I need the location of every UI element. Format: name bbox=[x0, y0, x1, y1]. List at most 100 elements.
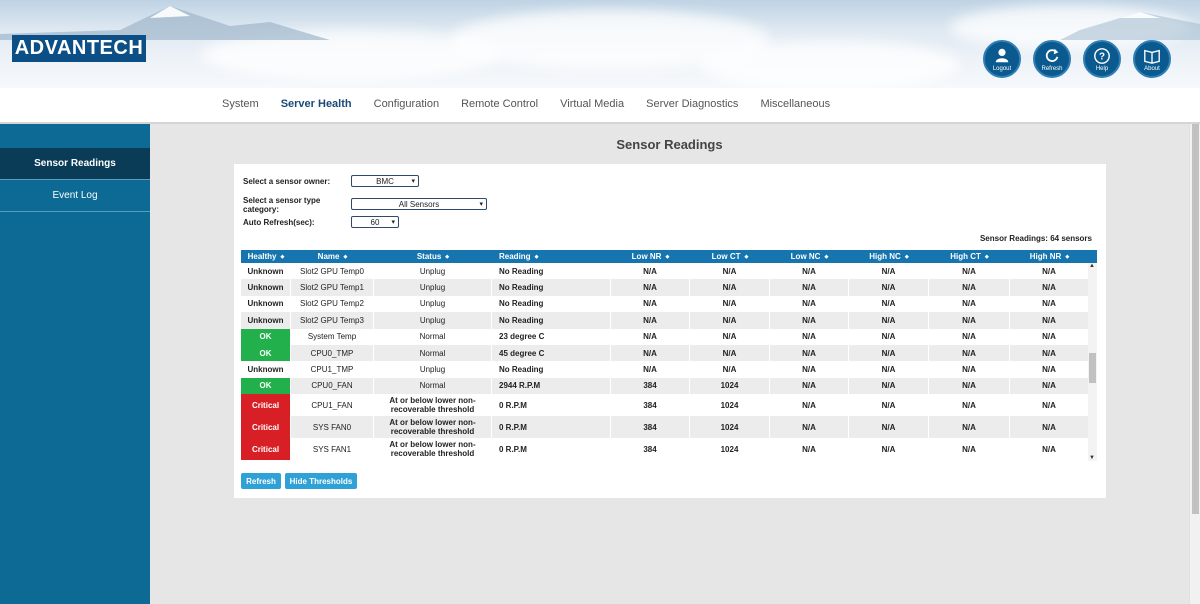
cell-name: CPU0_TMP bbox=[291, 344, 374, 362]
page-scroll-thumb[interactable] bbox=[1192, 124, 1199, 514]
cell-high-nr: N/A bbox=[1010, 438, 1089, 461]
type-label: Select a sensor type category: bbox=[243, 196, 321, 214]
sensor-count: Sensor Readings: 64 sensors bbox=[979, 234, 1092, 243]
col-reading-label: Reading bbox=[499, 252, 531, 261]
table-row: Unknown CPU1_TMP Unplug No Reading N/A N/A N/A… bbox=[241, 361, 1097, 378]
col-high-nr-label: High NR bbox=[1029, 252, 1062, 261]
about-label: About bbox=[1144, 65, 1160, 72]
nav-remote-control[interactable]: Remote Control bbox=[461, 98, 538, 110]
table-row: OK CPU0_FAN Normal 2944 R.P.M 384 1024 N/A N/A N… bbox=[241, 377, 1097, 395]
cell-high-nr: N/A bbox=[1010, 394, 1089, 417]
cell-healthy: Critical bbox=[241, 438, 291, 461]
about-button[interactable]: About bbox=[1133, 40, 1171, 78]
chevron-down-icon: ▾ bbox=[411, 178, 415, 185]
table-row: Unknown Slot2 GPU Temp2 Unplug No Reading N/… bbox=[241, 295, 1097, 313]
cell-low-nr: 384 bbox=[611, 394, 690, 417]
nav-miscellaneous[interactable]: Miscellaneous bbox=[760, 98, 830, 110]
sort-icon: ◆ bbox=[343, 253, 348, 260]
cell-high-nr: N/A bbox=[1010, 361, 1089, 378]
nav-system[interactable]: System bbox=[222, 98, 259, 110]
user-icon bbox=[995, 48, 1009, 62]
sidebar-item-sensor-readings[interactable]: Sensor Readings bbox=[0, 148, 150, 180]
cell-high-nr: N/A bbox=[1010, 263, 1089, 280]
main-content: Sensor Readings Select a sensor owner: B… bbox=[150, 124, 1189, 604]
chevron-down-icon: ▾ bbox=[391, 219, 395, 226]
cell-status: Unplug bbox=[374, 361, 492, 378]
col-healthy[interactable]: Healthy ◆ bbox=[241, 250, 291, 263]
scroll-up-icon[interactable]: ▲ bbox=[1089, 263, 1095, 269]
table-row: Critical SYS FAN1 At or below lower non-re… bbox=[241, 438, 1097, 461]
cell-reading: 0 R.P.M bbox=[492, 416, 611, 439]
nav-configuration[interactable]: Configuration bbox=[374, 98, 439, 110]
cell-reading: No Reading bbox=[492, 361, 611, 378]
sidebar-item-event-log[interactable]: Event Log bbox=[0, 180, 150, 212]
col-status[interactable]: Status ◆ bbox=[374, 250, 492, 263]
col-reading[interactable]: Reading ◆ bbox=[492, 250, 611, 263]
refresh-label: Auto Refresh(sec): bbox=[243, 218, 315, 227]
sensor-panel: Select a sensor owner: BMC ▾ Select a se… bbox=[234, 164, 1106, 498]
col-name[interactable]: Name ◆ bbox=[291, 250, 374, 263]
cell-low-nc: N/A bbox=[770, 377, 849, 395]
table-header: Healthy ◆ Name ◆ Status ◆ Reading ◆ Low NR ◆ … bbox=[241, 250, 1097, 263]
table-scrollbar[interactable]: ▲ ▼ bbox=[1088, 263, 1097, 461]
col-high-nc-label: High NC bbox=[869, 252, 901, 261]
cell-high-ct: N/A bbox=[929, 394, 1010, 417]
cell-healthy: OK bbox=[241, 344, 291, 362]
cell-high-nc: N/A bbox=[849, 344, 929, 362]
table-row: OK System Temp Normal 23 degree C N/A N/A N/A N… bbox=[241, 328, 1097, 345]
col-low-nc[interactable]: Low NC ◆ bbox=[770, 250, 849, 263]
table-row: Unknown Slot2 GPU Temp1 Unplug No Reading N/… bbox=[241, 279, 1097, 296]
col-low-ct[interactable]: Low CT ◆ bbox=[690, 250, 770, 263]
hide-thresholds-button[interactable]: Hide Thresholds bbox=[285, 473, 357, 489]
col-high-ct[interactable]: High CT ◆ bbox=[929, 250, 1010, 263]
help-button[interactable]: ? Help bbox=[1083, 40, 1121, 78]
cell-low-nc: N/A bbox=[770, 312, 849, 329]
col-low-nr-label: Low NR bbox=[631, 252, 662, 261]
col-high-nc[interactable]: High NC ◆ bbox=[849, 250, 929, 263]
nav-server-health[interactable]: Server Health bbox=[281, 98, 352, 110]
auto-refresh-select[interactable]: 60 ▾ bbox=[351, 216, 399, 228]
page-title: Sensor Readings bbox=[616, 137, 723, 152]
sort-icon: ◆ bbox=[984, 253, 989, 260]
cell-low-ct: N/A bbox=[690, 328, 770, 345]
sort-icon: ◆ bbox=[824, 253, 829, 260]
page-scrollbar[interactable] bbox=[1189, 124, 1200, 604]
cell-low-nr: N/A bbox=[611, 328, 690, 345]
sensor-owner-select[interactable]: BMC ▾ bbox=[351, 175, 419, 187]
scroll-down-icon[interactable]: ▼ bbox=[1089, 455, 1095, 461]
cell-high-nc: N/A bbox=[849, 312, 929, 329]
logout-button[interactable]: Logout bbox=[983, 40, 1021, 78]
table-scroll-thumb[interactable] bbox=[1089, 353, 1096, 383]
cell-reading: 2944 R.P.M bbox=[492, 377, 611, 395]
cell-high-ct: N/A bbox=[929, 295, 1010, 313]
cell-healthy: Unknown bbox=[241, 279, 291, 296]
cell-high-ct: N/A bbox=[929, 263, 1010, 280]
sidebar: Sensor Readings Event Log bbox=[0, 124, 150, 604]
sensor-table: Healthy ◆ Name ◆ Status ◆ Reading ◆ Low NR ◆ … bbox=[241, 250, 1097, 461]
cell-status: Normal bbox=[374, 377, 492, 395]
nav-virtual-media[interactable]: Virtual Media bbox=[560, 98, 624, 110]
cell-high-ct: N/A bbox=[929, 377, 1010, 395]
col-low-nr[interactable]: Low NR ◆ bbox=[611, 250, 690, 263]
refresh-button[interactable]: Refresh bbox=[241, 473, 281, 489]
app-frame: ADVANTECH Logout Refresh ? Help About Sy… bbox=[0, 0, 1200, 604]
nav-server-diagnostics[interactable]: Server Diagnostics bbox=[646, 98, 738, 110]
cell-high-nr: N/A bbox=[1010, 416, 1089, 439]
col-high-nr[interactable]: High NR ◆ bbox=[1010, 250, 1089, 263]
help-icon: ? bbox=[1094, 47, 1110, 64]
cell-high-nc: N/A bbox=[849, 279, 929, 296]
refresh-header-button[interactable]: Refresh bbox=[1033, 40, 1071, 78]
cell-healthy: Unknown bbox=[241, 361, 291, 378]
cell-status: Unplug bbox=[374, 295, 492, 313]
cell-name: System Temp bbox=[291, 328, 374, 345]
sensor-type-select[interactable]: All Sensors ▾ bbox=[351, 198, 487, 210]
cell-high-nc: N/A bbox=[849, 328, 929, 345]
cell-high-nr: N/A bbox=[1010, 295, 1089, 313]
table-row: OK CPU0_TMP Normal 45 degree C N/A N/A N/A N/A N… bbox=[241, 344, 1097, 362]
cell-name: Slot2 GPU Temp3 bbox=[291, 312, 374, 329]
cell-low-ct: N/A bbox=[690, 312, 770, 329]
sort-icon: ◆ bbox=[534, 253, 539, 260]
table-row: Critical SYS FAN0 At or below lower non-re… bbox=[241, 416, 1097, 439]
cell-status: Unplug bbox=[374, 263, 492, 280]
cell-low-nr: 384 bbox=[611, 416, 690, 439]
